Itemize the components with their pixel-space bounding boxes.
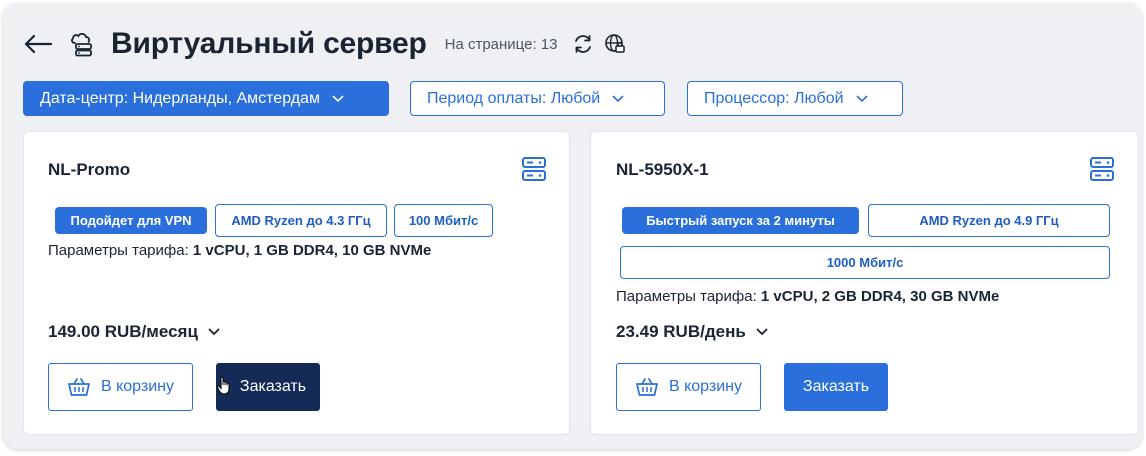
tariff-params: Параметры тарифа: 1 vCPU, 1 GB DDR4, 10 … [48,242,431,259]
add-to-cart-label: В корзину [100,378,175,395]
feature-tag: AMD Ryzen до 4.9 ГГц [868,204,1110,237]
tariff-params: Параметры тарифа: 1 vCPU, 2 GB DDR4, 30 … [616,288,999,305]
server-icon [521,156,549,182]
chevron-down-icon [855,94,868,103]
chevron-down-icon [756,328,768,336]
arrow-left-icon[interactable] [23,32,53,56]
server-icon [1089,156,1117,182]
price-value: 23.49 RUB/день [616,322,746,341]
add-to-cart-label: В корзину [668,378,743,395]
page-header: Виртуальный сервер На странице: 13 [23,23,635,65]
basket-icon [635,377,659,397]
app-frame: Виртуальный сервер На странице: 13 Дата-… [3,3,1142,449]
cpu-filter-label: Процессор: Любой [704,89,844,107]
period-filter-label: Период оплаты: Любой [427,89,601,107]
page-title: Виртуальный сервер [111,27,427,60]
price-selector[interactable]: 23.49 RUB/день [616,322,768,342]
feature-tag: Быстрый запуск за 2 минуты [622,207,859,234]
feature-tag: 1000 Мбит/с [620,246,1110,279]
tariff-name: NL-5950X-1 [616,160,709,179]
tariff-card: NL-Promo Подойдет для VPN AMD Ryzen до 4… [23,131,570,435]
params-value: 1 vCPU, 2 GB DDR4, 30 GB NVMe [760,288,1000,305]
chevron-down-icon [208,328,220,336]
feature-tag: Подойдет для VPN [55,207,207,234]
period-filter[interactable]: Период оплаты: Любой [410,81,665,116]
tariff-card: NL-5950X-1 Быстрый запуск за 2 минуты AM… [590,131,1139,435]
price-selector[interactable]: 149.00 RUB/месяц [48,322,220,342]
order-label: Заказать [239,378,307,395]
datacenter-filter[interactable]: Дата-центр: Нидерланды, Амстердам [23,81,389,116]
cpu-filter[interactable]: Процессор: Любой [687,81,903,116]
feature-tag: 100 Мбит/с [394,204,493,237]
cloud-server-icon [69,31,95,57]
order-button[interactable]: Заказать [784,363,888,411]
refresh-icon[interactable] [571,32,595,56]
datacenter-filter-label: Дата-центр: Нидерланды, Амстердам [40,89,320,107]
tariff-name: NL-Promo [48,160,131,179]
order-button[interactable]: Заказать [216,363,320,411]
hand-pointer-icon [216,376,234,398]
chevron-down-icon [332,94,344,103]
params-label: Параметры тарифа: [616,288,757,305]
add-to-cart-button[interactable]: В корзину [48,363,193,411]
chevron-down-icon [612,94,624,103]
per-page-count: На странице: 13 [444,35,558,53]
feature-tag: AMD Ryzen до 4.3 ГГц [215,204,387,237]
params-label: Параметры тарифа: [48,242,189,259]
order-label: Заказать [802,378,870,395]
add-to-cart-button[interactable]: В корзину [616,363,761,411]
globe-lock-icon[interactable] [603,32,627,56]
basket-icon [67,377,91,397]
price-value: 149.00 RUB/месяц [48,322,198,341]
params-value: 1 vCPU, 1 GB DDR4, 10 GB NVMe [192,242,432,259]
